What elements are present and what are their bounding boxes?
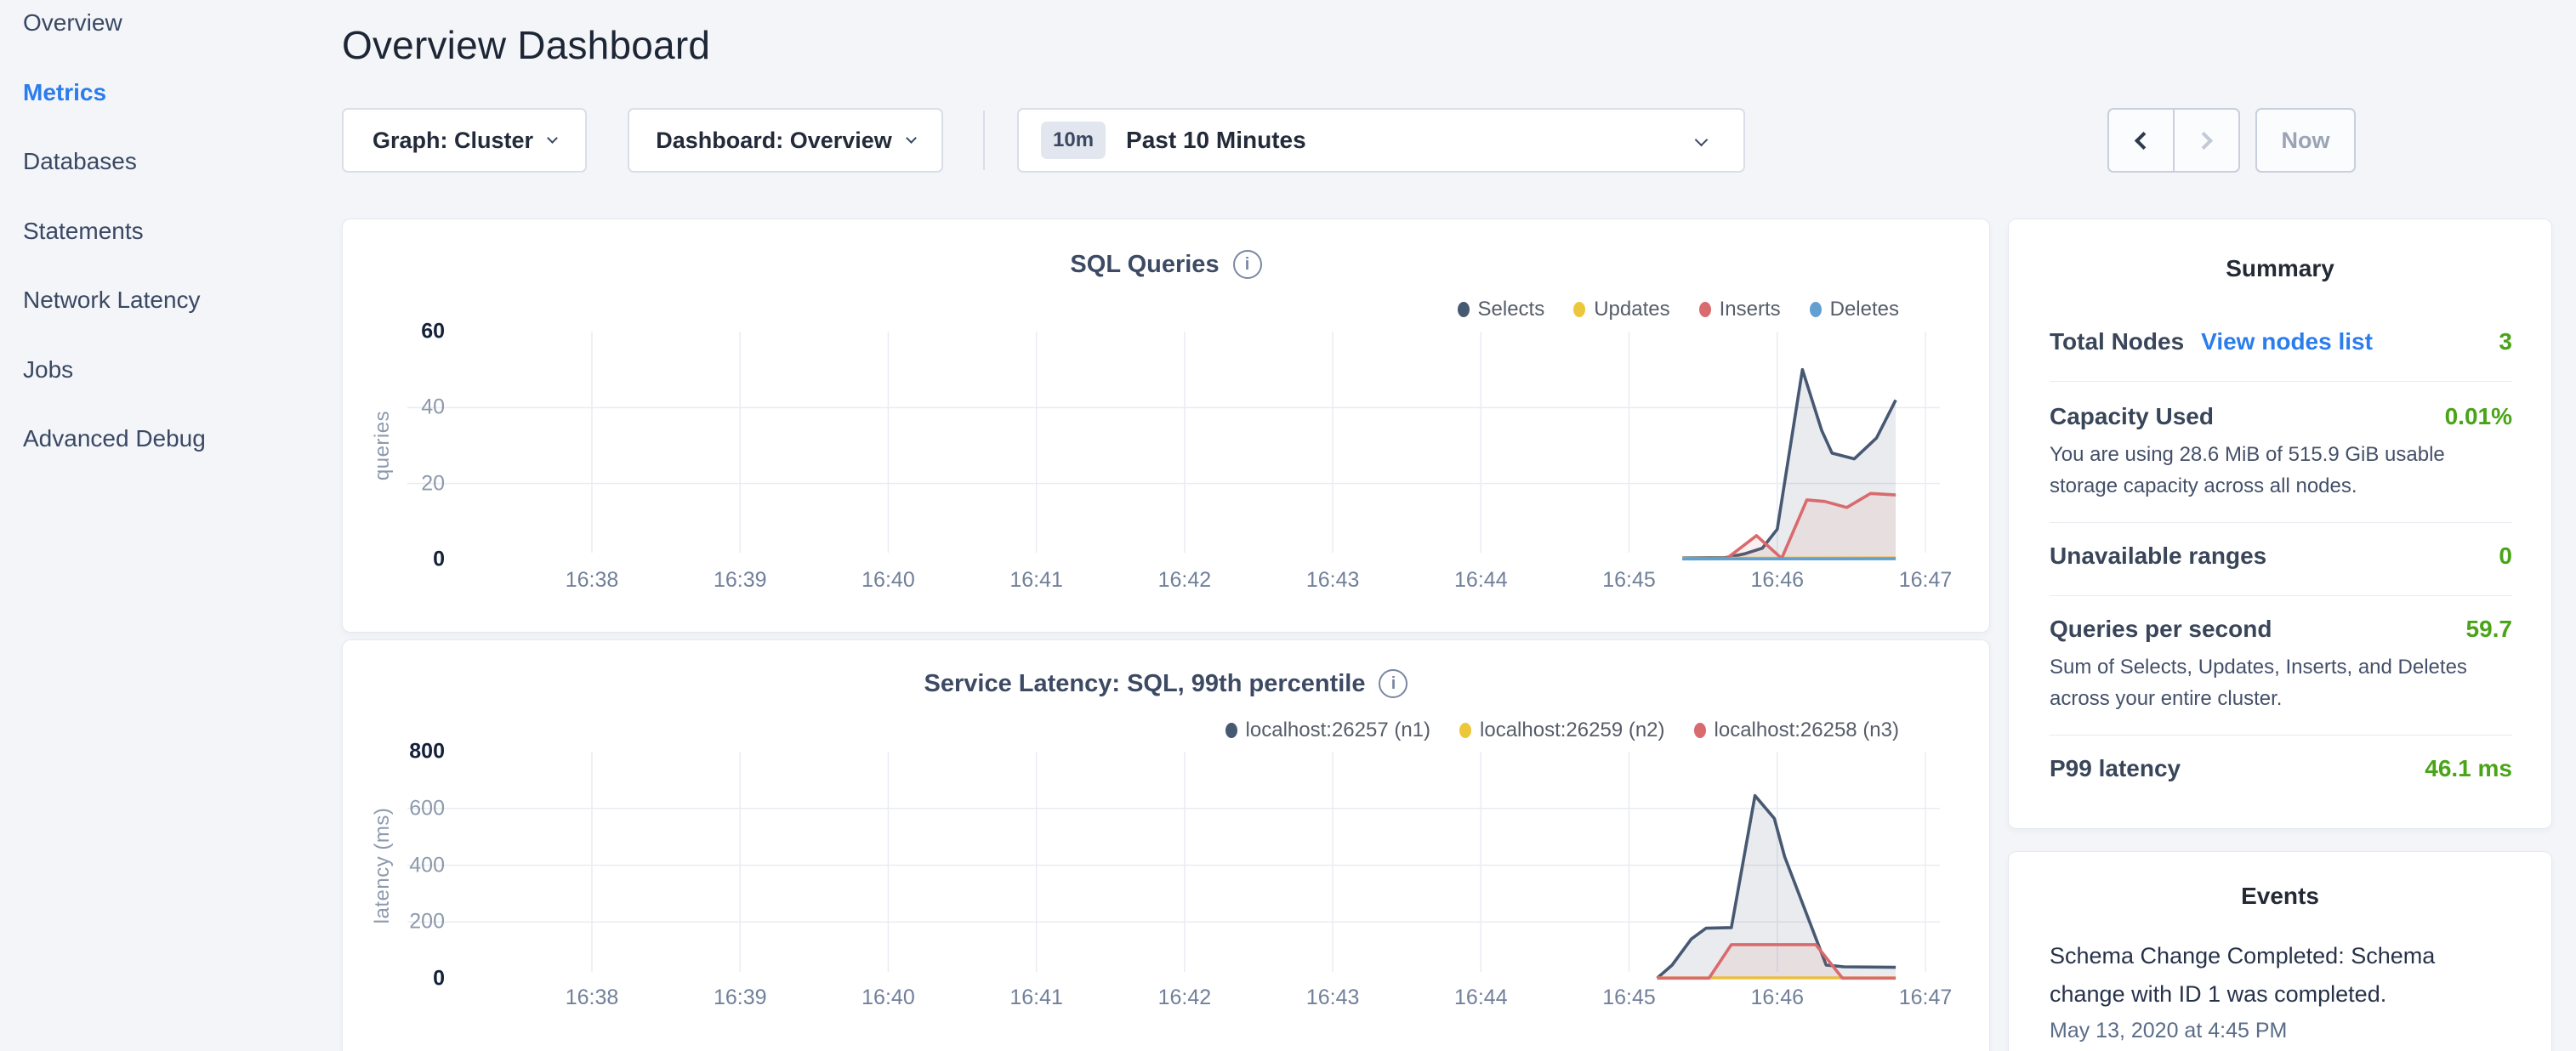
chevron-right-icon [2195, 131, 2213, 149]
x-tick-label: 16:44 [1430, 568, 1532, 593]
sidebar-item-overview[interactable]: Overview [23, 6, 122, 40]
x-tick-label: 16:43 [1282, 568, 1384, 593]
summary-row-capacity-used: Capacity Used 0.01% [2050, 403, 2512, 430]
x-tick-label: 16:47 [1874, 986, 1976, 1010]
y-tick-label: 800 [368, 740, 445, 764]
x-tick-label: 16:44 [1430, 986, 1532, 1010]
events-panel: Events Schema Change Completed: Schema c… [2008, 851, 2552, 1051]
sidebar-item-network-latency[interactable]: Network Latency [23, 283, 201, 317]
service-latency-chart-card: Service Latency: SQL, 99th percentileilo… [342, 639, 1990, 1051]
summary-row-value: 0 [2499, 543, 2512, 570]
summary-row-label: P99 latency [2050, 755, 2181, 782]
graph-dropdown[interactable]: Graph: Cluster [342, 108, 587, 173]
page-title: Overview Dashboard [342, 22, 710, 68]
chevron-down-icon [1695, 134, 1709, 147]
summary-row-value: 3 [2499, 328, 2512, 355]
x-tick-label: 16:38 [541, 568, 643, 593]
summary-row-value: 46.1 ms [2425, 755, 2512, 782]
now-button[interactable]: Now [2255, 108, 2356, 173]
y-tick-label: 0 [368, 967, 445, 991]
chevron-down-icon [906, 133, 917, 144]
divider [2050, 595, 2512, 596]
summary-panel: Summary Total Nodes View nodes list 3 Capac… [2008, 219, 2552, 829]
x-tick-label: 16:45 [1578, 986, 1680, 1010]
summary-row-label: Unavailable ranges [2050, 543, 2266, 570]
summary-row-subtext: Sum of Selects, Updates, Inserts, and De… [2050, 651, 2516, 714]
chevron-down-icon [547, 133, 558, 144]
x-tick-label: 16:41 [986, 568, 1088, 593]
graph-dropdown-label: Graph: Cluster [372, 128, 533, 154]
view-nodes-list-link[interactable]: View nodes list [2201, 328, 2373, 355]
x-tick-label: 16:42 [1134, 986, 1236, 1010]
x-tick-label: 16:39 [689, 568, 791, 593]
time-range-badge: 10m [1041, 122, 1106, 159]
x-tick-label: 16:46 [1726, 986, 1828, 1010]
events-title: Events [2009, 883, 2551, 910]
y-tick-label: 60 [368, 320, 445, 344]
summary-row-unavailable-ranges: Unavailable ranges 0 [2050, 543, 2512, 570]
dashboard-dropdown[interactable]: Dashboard: Overview [628, 108, 943, 173]
summary-row-total-nodes: Total Nodes View nodes list 3 [2050, 328, 2512, 355]
summary-row-value: 0.01% [2445, 403, 2512, 430]
y-axis-label: queries [371, 411, 395, 480]
summary-row-label: Total Nodes [2050, 328, 2184, 355]
divider [2050, 381, 2512, 382]
x-tick-label: 16:43 [1282, 986, 1384, 1010]
sidebar-item-advanced-debug[interactable]: Advanced Debug [23, 422, 206, 456]
divider [2050, 735, 2512, 736]
x-tick-label: 16:45 [1578, 568, 1680, 593]
summary-title: Summary [2009, 255, 2551, 282]
summary-row-label: Capacity Used [2050, 403, 2214, 430]
next-time-button[interactable] [2175, 110, 2238, 171]
sidebar-item-databases[interactable]: Databases [23, 145, 137, 179]
x-tick-label: 16:42 [1134, 568, 1236, 593]
dashboard-dropdown-label: Dashboard: Overview [656, 128, 892, 154]
summary-row-value: 59.7 [2466, 616, 2513, 643]
x-tick-label: 16:47 [1874, 568, 1976, 593]
summary-row-subtext: You are using 28.6 MiB of 515.9 GiB usab… [2050, 439, 2516, 502]
toolbar-divider [983, 111, 985, 170]
x-tick-label: 16:40 [837, 986, 939, 1010]
sidebar-item-statements[interactable]: Statements [23, 214, 144, 248]
y-tick-label: 0 [368, 548, 445, 572]
summary-row-label: Queries per second [2050, 616, 2272, 643]
time-range-selector[interactable]: 10m Past 10 Minutes [1017, 108, 1745, 173]
prev-time-button[interactable] [2109, 110, 2175, 171]
sidebar-item-jobs[interactable]: Jobs [23, 353, 73, 387]
x-tick-label: 16:39 [689, 986, 791, 1010]
event-timestamp: May 13, 2020 at 4:45 PM [2050, 1019, 2287, 1043]
chevron-left-icon [2135, 131, 2152, 149]
x-tick-label: 16:40 [837, 568, 939, 593]
summary-row-queries-per-second: Queries per second 59.7 [2050, 616, 2512, 643]
divider [2050, 522, 2512, 523]
time-pager [2107, 108, 2240, 173]
sql-queries-chart-card: SQL QueriesiSelectsUpdatesInsertsDeletes… [342, 219, 1990, 633]
event-message: Schema Change Completed: Schema change w… [2050, 937, 2509, 1014]
y-axis-label: latency (ms) [371, 807, 395, 923]
main-content: Overview Dashboard Graph: Cluster Dashbo… [340, 0, 2576, 1051]
x-tick-label: 16:41 [986, 986, 1088, 1010]
sidebar: Overview Metrics Databases Statements Networ… [0, 0, 340, 1051]
x-tick-label: 16:46 [1726, 568, 1828, 593]
summary-row-p99-latency: P99 latency 46.1 ms [2050, 755, 2512, 782]
sidebar-item-metrics[interactable]: Metrics [23, 76, 106, 110]
time-range-label: Past 10 Minutes [1126, 127, 1306, 154]
x-tick-label: 16:38 [541, 986, 643, 1010]
